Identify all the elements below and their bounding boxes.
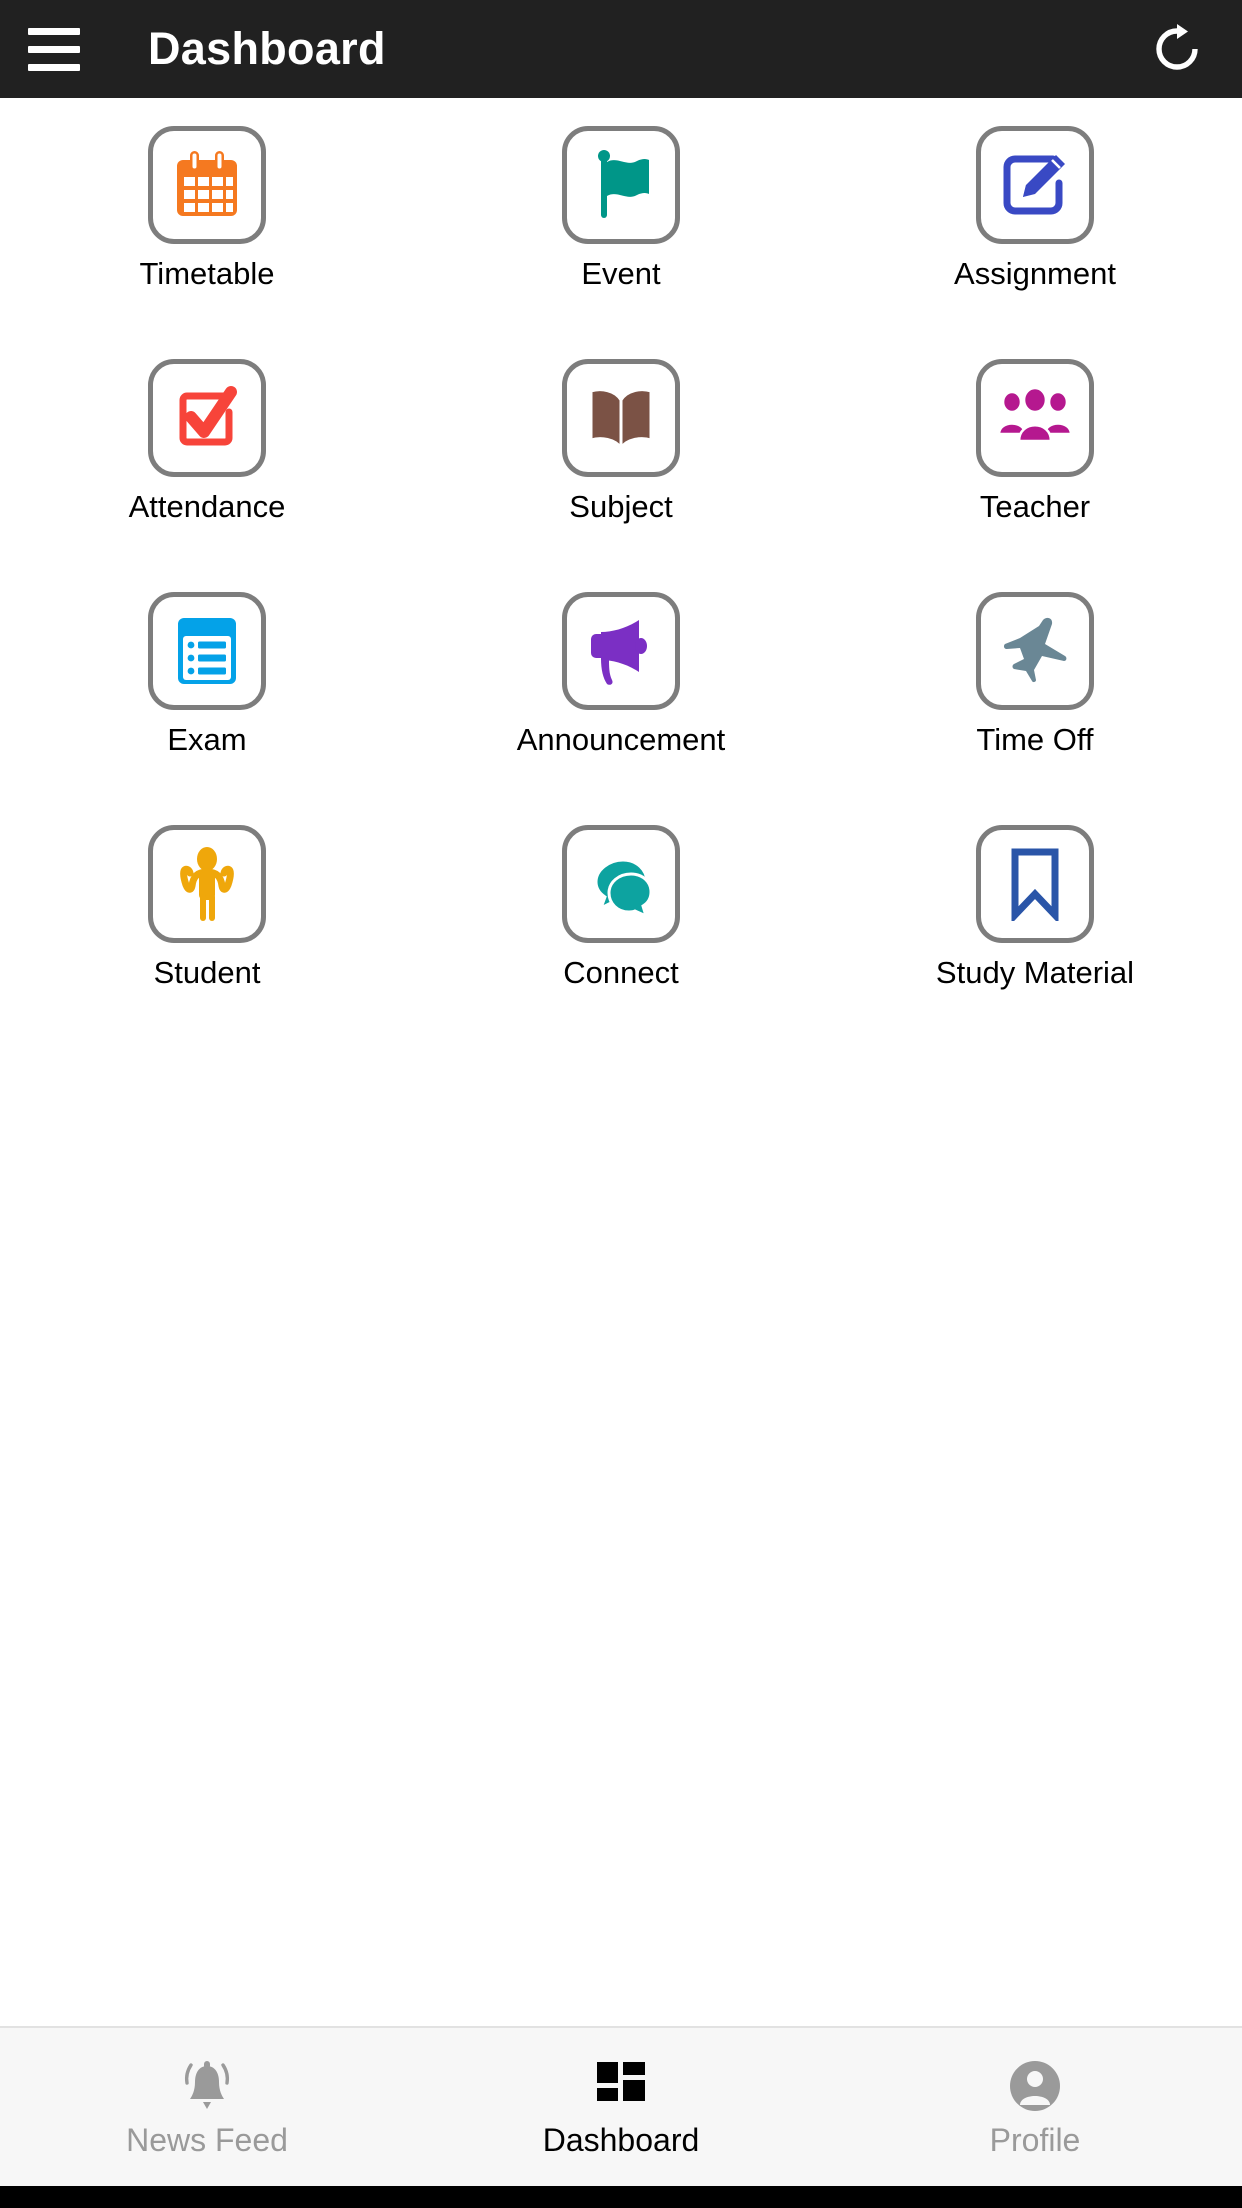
grid-item-label: Timetable [139, 256, 275, 291]
nav-item-news-feed[interactable]: News Feed [0, 2028, 414, 2186]
grid-item-label: Announcement [516, 722, 726, 757]
tile-student [148, 825, 266, 943]
tile-timetable [148, 126, 266, 244]
nav-item-profile[interactable]: Profile [828, 2028, 1242, 2186]
grid-item-label: Teacher [979, 489, 1091, 524]
grid-item-label: Attendance [128, 489, 286, 524]
dashboard-grid-area: Timetable Event Assignment Attendance Su… [0, 98, 1242, 2026]
tile-exam [148, 592, 266, 710]
megaphone-icon [591, 620, 647, 685]
grid-item-attendance[interactable]: Attendance [0, 355, 414, 588]
open-book-icon [589, 388, 653, 453]
grid-item-connect[interactable]: Connect [414, 821, 828, 1054]
menu-line [28, 63, 80, 71]
menu-line [28, 27, 80, 35]
tile-teacher [976, 359, 1094, 477]
grid-item-label: Connect [563, 955, 679, 990]
grid-item-label: Exam [167, 722, 247, 757]
menu-line [28, 45, 80, 53]
list-document-icon [178, 618, 236, 684]
tile-connect [562, 825, 680, 943]
grid-item-event[interactable]: Event [414, 122, 828, 355]
nav-item-label: Dashboard [542, 2122, 700, 2158]
nav-item-label: News Feed [126, 2122, 288, 2158]
nav-item-dashboard[interactable]: Dashboard [414, 2028, 828, 2186]
grid-item-student[interactable]: Student [0, 821, 414, 1054]
grid-item-label: Subject [569, 489, 673, 524]
tile-event [562, 126, 680, 244]
grid-item-time-off[interactable]: Time Off [828, 588, 1242, 821]
app-bar: Dashboard [0, 0, 1242, 98]
grid-item-timetable[interactable]: Timetable [0, 122, 414, 355]
grid-item-subject[interactable]: Subject [414, 355, 828, 588]
page-title: Dashboard [148, 23, 386, 74]
grid-item-label: Time Off [976, 722, 1094, 757]
bottom-navigation: News Feed Dashboard Profile [0, 2026, 1242, 2186]
grid-item-label: Student [153, 955, 261, 990]
refresh-icon[interactable] [1146, 18, 1208, 80]
airplane-icon [1003, 617, 1067, 683]
person-circle-icon [1008, 2058, 1062, 2114]
dashboard-screen: Dashboard Timetable Event Assignment Att… [0, 0, 1242, 2208]
tile-time-off [976, 592, 1094, 710]
bell-icon [179, 2058, 235, 2114]
grid-item-announcement[interactable]: Announcement [414, 588, 828, 821]
checkbox-tick-icon [179, 386, 237, 446]
tile-assignment [976, 126, 1094, 244]
grid-item-teacher[interactable]: Teacher [828, 355, 1242, 588]
home-indicator-bar [0, 2186, 1242, 2208]
flag-icon [598, 150, 649, 218]
calendar-icon [177, 151, 237, 216]
person-raised-arms-icon [180, 847, 234, 921]
grid-item-exam[interactable]: Exam [0, 588, 414, 821]
tile-attendance [148, 359, 266, 477]
tile-study-material [976, 825, 1094, 943]
bookmark-icon [1011, 848, 1059, 921]
tile-subject [562, 359, 680, 477]
dashboard-grid: Timetable Event Assignment Attendance Su… [0, 122, 1242, 1054]
grid-item-label: Event [581, 256, 661, 291]
grid-item-label: Assignment [954, 256, 1116, 291]
grid-item-assignment[interactable]: Assignment [828, 122, 1242, 355]
grid-item-study-material[interactable]: Study Material [828, 821, 1242, 1054]
grid-item-label: Study Material [935, 955, 1135, 990]
edit-note-icon [1003, 155, 1065, 215]
chat-bubbles-icon [594, 858, 653, 919]
hamburger-menu-icon[interactable] [28, 27, 124, 71]
tile-announcement [562, 592, 680, 710]
nav-item-label: Profile [989, 2122, 1081, 2158]
grid-icon [596, 2058, 646, 2114]
people-group-icon [997, 386, 1073, 443]
